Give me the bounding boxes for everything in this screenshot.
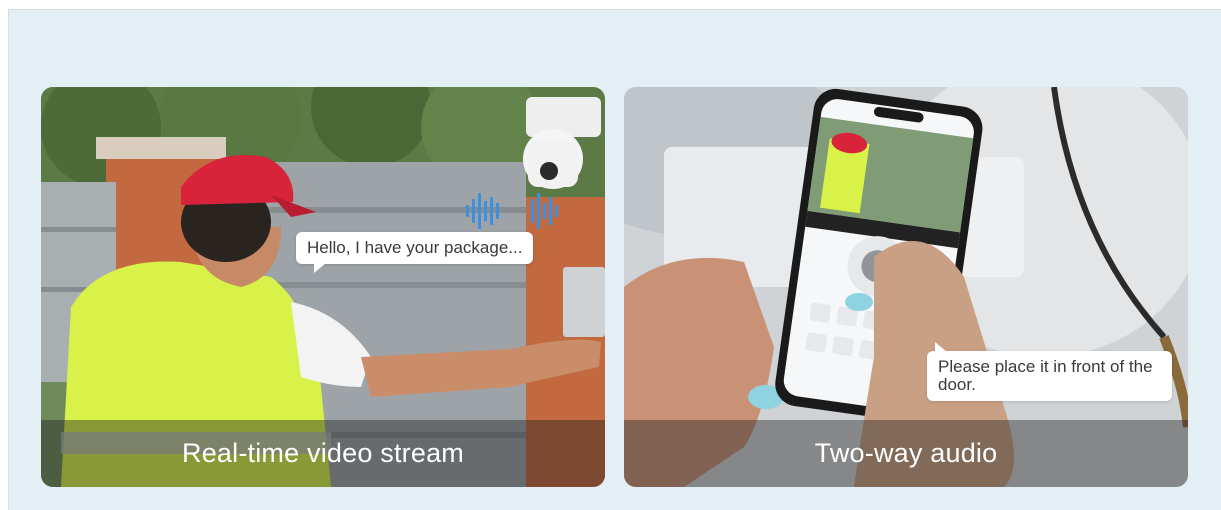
caption-two-way-audio: Two-way audio (814, 438, 998, 468)
speech-bubble-tail (314, 263, 326, 273)
speech-bubble-owner-text: Please place it in front of the door. (938, 357, 1153, 394)
feature-card-two-way-audio: Please place it in front of the door. Tw… (624, 87, 1188, 487)
speech-bubble-tail (935, 342, 947, 352)
feature-card-video-stream: Hello, I have your package... Real-time … (41, 87, 605, 487)
caption-bar-two-way-audio: Two-way audio (624, 420, 1188, 487)
speech-bubble-courier-text: Hello, I have your package... (307, 238, 523, 257)
caption-bar-video-stream: Real-time video stream (41, 420, 605, 487)
caption-video-stream: Real-time video stream (182, 438, 464, 468)
speech-bubble-courier: Hello, I have your package... (296, 232, 534, 273)
speech-bubble-owner: Please place it in front of the door. (927, 342, 1172, 401)
page-frame: Hello, I have your package... Real-time … (0, 0, 1221, 510)
